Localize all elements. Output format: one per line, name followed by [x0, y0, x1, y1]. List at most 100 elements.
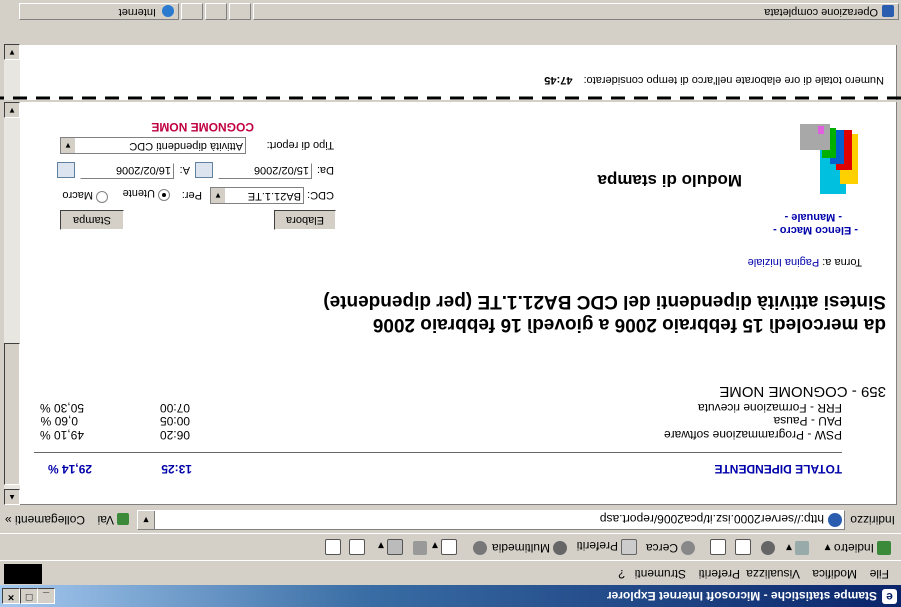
messenger-button[interactable] [322, 539, 341, 555]
menu-preferiti[interactable]: Preferiti [699, 567, 740, 581]
address-input[interactable]: http://server2000.isz.it/pca2006/report.… [137, 510, 845, 530]
scroll-down-icon[interactable]: ▼ [4, 44, 20, 60]
table-row: PSW - Programmazione software [664, 428, 842, 442]
stampa-button[interactable]: Stampa [60, 210, 124, 230]
row-time: 00:05 [159, 414, 190, 428]
status-text: Operazione completata [764, 6, 878, 18]
address-url: http://server2000.isz.it/pca2006/report.… [599, 512, 824, 526]
zone-text: Internet [118, 6, 156, 18]
toolbar: Indietro ▾ ▾ Cerca Preferiti Multimedia … [0, 534, 901, 561]
window-title: Stampe statistiche - Microsoft Internet … [606, 589, 877, 603]
messenger-icon [325, 539, 341, 555]
vertical-scrollbar[interactable]: ▲ ▼ [4, 102, 20, 505]
stop-icon [761, 541, 775, 555]
vertical-scrollbar-lower[interactable]: ▼ [4, 44, 20, 100]
scroll-up-icon[interactable]: ▲ [4, 489, 20, 505]
row-pct: 50,30 % [39, 401, 84, 415]
scroll-thumb[interactable] [4, 343, 20, 485]
maximize-button[interactable]: □ [20, 588, 38, 604]
address-bar: Indirizzo http://server2000.isz.it/pca20… [0, 507, 901, 534]
status-panel [229, 3, 251, 20]
row-activity: FRR - Formazione ricevuta [697, 401, 842, 415]
back-button[interactable]: Indietro ▾ [825, 541, 891, 555]
table-row: FRR - Formazione ricevuta [698, 401, 842, 415]
radio-utente[interactable]: Utente [123, 187, 170, 201]
go-button[interactable]: Vai [98, 513, 129, 527]
print-button[interactable] [410, 541, 427, 555]
favorites-label: Preferiti [576, 539, 618, 553]
status-panel [205, 3, 227, 20]
mail-icon [441, 539, 457, 555]
links-button[interactable]: Collegamenti » [5, 513, 85, 527]
menu-bar: File Modifica Visualizza Preferiti Strum… [0, 563, 901, 585]
to-calendar-icon[interactable] [57, 162, 75, 178]
address-dropdown-button[interactable]: ▼ [138, 511, 155, 529]
links-label: Collegamenti [14, 513, 85, 527]
zone-panel: Internet [19, 3, 179, 20]
row-pct: 0,60 % [40, 414, 78, 428]
refresh-button[interactable] [732, 539, 751, 555]
cropped-gap: Numero totale di ore elaborate nell'arco… [0, 23, 901, 102]
close-button[interactable]: × [2, 588, 20, 604]
globe-icon [162, 5, 174, 17]
favorites-button[interactable]: Preferiti [577, 539, 637, 555]
chevron-down-icon: ▼ [211, 188, 225, 203]
total-label: TOTALE DIPENDENTE [714, 462, 842, 476]
report-type-label: Tipo di report: [266, 139, 334, 151]
app-logo-icon [800, 124, 858, 194]
back-to-text: Torna a: Pagina Iniziale [748, 256, 862, 268]
stop-button[interactable] [758, 541, 775, 555]
history-icon [473, 541, 487, 555]
report-title: Sintesi attività dipendenti del CDC BA21… [323, 291, 886, 312]
media-button[interactable]: Multimedia [492, 541, 567, 555]
page-content-bottom: Numero totale di ore elaborate nell'arco… [20, 45, 897, 100]
manuale-link[interactable]: - Manuale - [785, 211, 842, 223]
search-button[interactable]: Cerca [646, 541, 695, 555]
from-calendar-icon[interactable] [195, 162, 213, 178]
menu-help[interactable]: ? [618, 567, 625, 581]
elenco-macro-link[interactable]: - Elenco Macro - [773, 224, 858, 236]
go-label: Vai [97, 513, 114, 527]
discuss-button[interactable] [346, 539, 365, 555]
ie-window: e Stampe statistiche - Microsoft Interne… [0, 0, 901, 607]
summary-value: 47:45 [544, 74, 573, 86]
dashed-cut-line [0, 96, 901, 100]
elabora-button[interactable]: Elabora [274, 210, 336, 230]
minimize-button[interactable]: _ [37, 588, 55, 604]
chevron-down-icon: ▼ [61, 138, 75, 153]
mail-button[interactable]: ▾ [432, 539, 457, 555]
radio-macro-label: Macro [62, 189, 93, 201]
favorites-icon [621, 539, 637, 555]
radio-utente-label: Utente [122, 187, 155, 199]
report-type-value: Attività dipendenti CDC [129, 140, 243, 152]
menu-modifica[interactable]: Modifica [812, 567, 857, 581]
table-row: PAU - Pausa [774, 414, 842, 428]
home-button[interactable] [707, 539, 726, 555]
cdc-select[interactable]: BA21.1.TE ▼ [210, 187, 304, 204]
status-panel [181, 3, 203, 20]
menu-strumenti[interactable]: Strumenti [635, 567, 686, 581]
summary-label: Numero totale di ore elaborate nell'arco… [583, 74, 885, 86]
refresh-icon [735, 539, 751, 555]
menu-file[interactable]: File [870, 567, 889, 581]
home-page-link[interactable]: Pagina Iniziale [748, 256, 820, 268]
from-date-field[interactable]: 15/02/2006 [218, 163, 312, 179]
history-button[interactable] [470, 541, 487, 555]
menu-visualizza[interactable]: Visualizza [746, 567, 800, 581]
edit-button[interactable]: ▾ [378, 539, 403, 555]
report-type-select[interactable]: Attività dipendenti CDC ▼ [60, 137, 246, 154]
media-label: Multimedia [491, 541, 550, 555]
row-time: 06:20 [159, 428, 190, 442]
radio-macro[interactable]: Macro [62, 189, 108, 203]
total-divider [34, 452, 842, 453]
to-date-field[interactable]: 16/02/2006 [80, 163, 174, 179]
print-icon [413, 541, 427, 555]
title-bar: e Stampe statistiche - Microsoft Interne… [0, 585, 901, 607]
address-label: Indirizzo [850, 513, 895, 527]
back-label: Indietro [833, 541, 874, 555]
media-icon [553, 541, 567, 555]
page-icon [828, 513, 842, 527]
cut-line [0, 96, 901, 107]
forward-button[interactable]: ▾ [786, 541, 809, 555]
row-pct: 49,10 % [39, 428, 84, 442]
